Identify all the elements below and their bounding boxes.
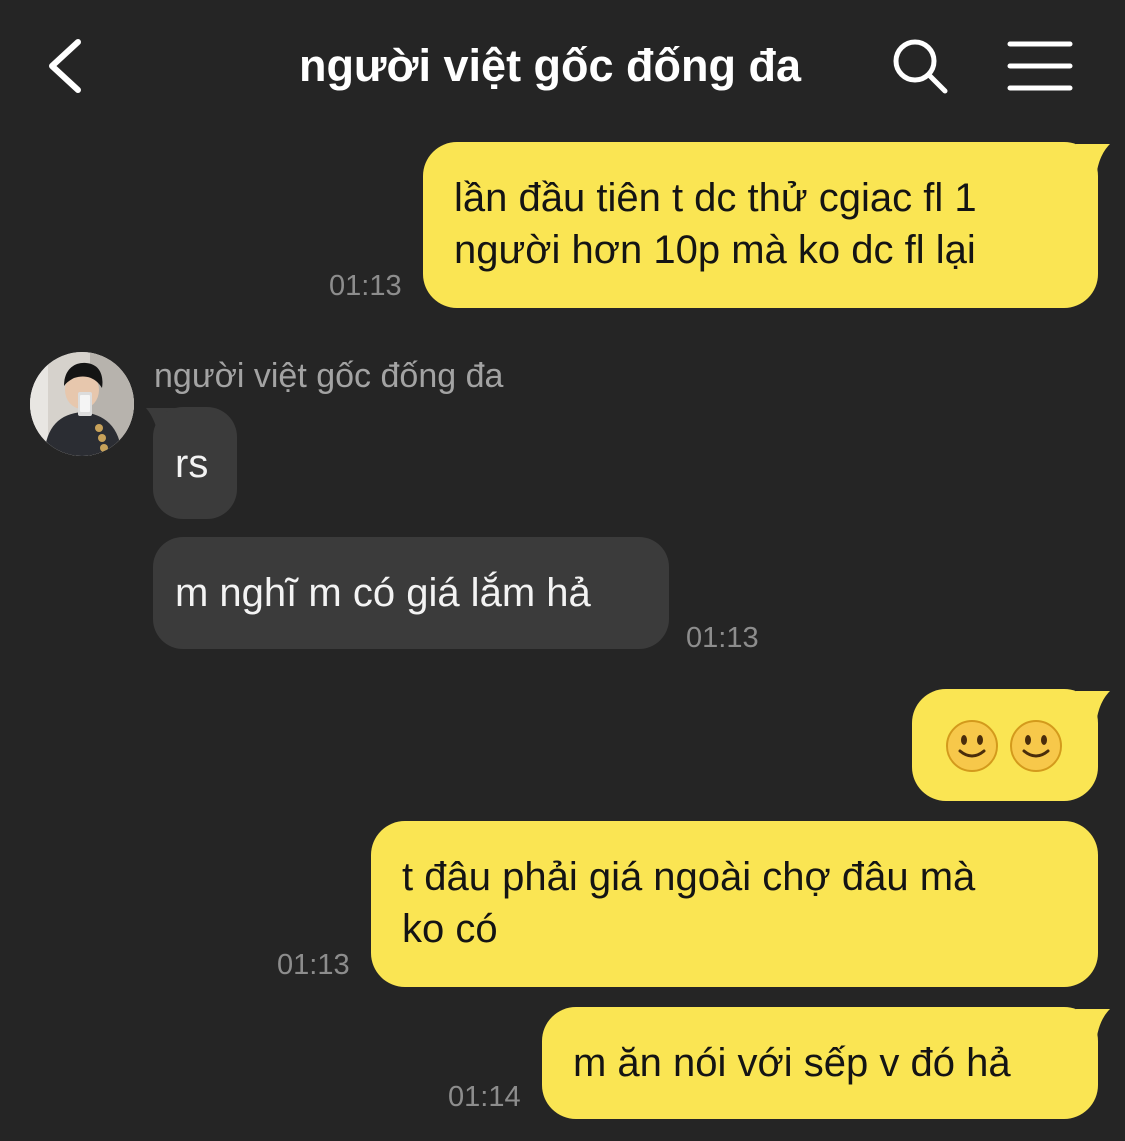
message-text: rs	[175, 442, 209, 486]
message-line: ko có	[402, 907, 498, 951]
message-time: 01:14	[448, 1081, 521, 1113]
avatar[interactable]	[30, 352, 134, 456]
menu-button[interactable]	[1004, 36, 1076, 96]
chevron-left-icon	[49, 39, 81, 93]
back-button[interactable]	[38, 34, 98, 98]
menu-icon	[1007, 41, 1073, 91]
message-time: 01:13	[686, 622, 759, 654]
search-button[interactable]	[888, 34, 952, 98]
bubble-tail	[1076, 144, 1110, 180]
chat-header: người việt gốc đống đa	[0, 0, 1125, 135]
chat-title: người việt gốc đống đa	[298, 40, 802, 91]
message-line: t đâu phải giá ngoài chợ đâu mà	[402, 855, 976, 899]
slightly-smiling-face-icon	[946, 720, 1062, 772]
message-line: lần đầu tiên t dc thử cgiac fl 1	[454, 176, 977, 220]
message-bubble[interactable]	[912, 689, 1098, 801]
message-text: m nghĩ m có giá lắm hả	[175, 571, 591, 615]
sender-name: người việt gốc đống đa	[154, 357, 504, 395]
message-bubble[interactable]: lần đầu tiên t dc thử cgiac fl 1 người h…	[423, 142, 1098, 308]
bubble-tail	[1076, 691, 1110, 727]
search-icon	[893, 39, 948, 94]
message-text: m ăn nói với sếp v đó hả	[573, 1041, 1011, 1085]
message-bubble[interactable]: m nghĩ m có giá lắm hả	[153, 537, 669, 649]
message-bubble[interactable]: rs	[153, 407, 237, 519]
bubble-tail	[1076, 1009, 1110, 1045]
message-bubble[interactable]: m ăn nói với sếp v đó hả	[542, 1007, 1098, 1119]
message-time: 01:13	[329, 270, 402, 302]
avatar-photo	[30, 352, 134, 456]
message-bubble[interactable]: t đâu phải giá ngoài chợ đâu mà ko có	[371, 821, 1098, 987]
message-line: người hơn 10p mà ko dc fl lại	[454, 228, 976, 272]
message-time: 01:13	[277, 949, 350, 981]
